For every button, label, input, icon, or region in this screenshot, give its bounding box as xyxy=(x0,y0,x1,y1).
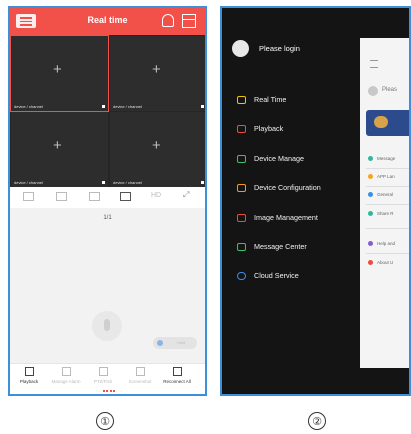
cell-caption: device / channel xyxy=(14,104,43,109)
figure-label-2: ② xyxy=(308,412,326,430)
nav-ptz[interactable]: PTZ/Fish xyxy=(85,367,121,384)
nav-label: Reconnect All xyxy=(163,379,191,384)
page-indicator: 1/1 xyxy=(103,215,112,221)
top-bar: Real time xyxy=(10,8,205,35)
behind-row: APP Lan xyxy=(368,174,395,180)
screenshot-icon xyxy=(135,367,145,376)
menu-item-playback[interactable]: Playback xyxy=(237,123,347,137)
page-title: Real time xyxy=(87,15,128,25)
stream-4-icon[interactable] xyxy=(120,192,131,201)
behind-login-text: Pleas xyxy=(382,87,398,93)
nav-reconnect-all[interactable]: Reconnect All xyxy=(159,367,195,384)
menu-item-cloud-service[interactable]: Cloud Service xyxy=(237,270,347,284)
add-channel-icon[interactable]: + xyxy=(53,138,62,153)
add-channel-icon[interactable]: + xyxy=(152,138,161,153)
menu-item-device-manage[interactable]: Device Manage xyxy=(237,153,347,167)
image-management-icon xyxy=(237,214,246,222)
nav-playback[interactable]: Playback xyxy=(11,367,47,384)
menu-item-real-time[interactable]: Real Time xyxy=(237,94,347,108)
realtime-screen: Real time + device / channel + device / … xyxy=(8,6,207,396)
login-label[interactable]: Please login xyxy=(259,44,300,53)
cell-caption: device / channel xyxy=(113,180,142,185)
real-time-icon xyxy=(237,96,246,104)
menu-label: Message Center xyxy=(254,242,307,251)
audio-icon[interactable] xyxy=(89,192,100,201)
nav-label: Screenshot xyxy=(128,379,152,384)
record-indicator xyxy=(102,181,105,184)
nav-manage-alarm[interactable]: Manage Alarm xyxy=(48,367,84,384)
background-page: Pleas Message APP Lan General Share R He… xyxy=(360,38,409,368)
add-channel-icon[interactable]: + xyxy=(53,62,62,77)
video-cell[interactable]: + device / channel xyxy=(11,112,108,187)
device-manage-icon xyxy=(237,155,246,163)
divider xyxy=(366,253,409,254)
menu-label: Real Time xyxy=(254,95,287,104)
behind-row: Help and xyxy=(368,241,395,247)
add-channel-icon[interactable]: + xyxy=(152,62,161,77)
behind-row: About U xyxy=(368,260,393,266)
menu-label: Device Manage xyxy=(254,154,304,163)
playback-icon xyxy=(237,125,246,133)
behind-row: General xyxy=(368,192,393,198)
hold-toggle[interactable]: Hold xyxy=(153,337,197,349)
fullscreen-icon[interactable]: ⤢ xyxy=(183,190,194,199)
language-icon xyxy=(368,174,373,180)
bell-icon[interactable] xyxy=(162,14,174,27)
share-icon xyxy=(368,211,373,217)
cloud-icon xyxy=(237,272,246,280)
video-cell[interactable]: + device / channel xyxy=(110,36,205,111)
hd-toggle[interactable]: HD xyxy=(151,192,162,201)
nav-screenshot[interactable]: Screenshot xyxy=(122,367,158,384)
side-menu-screen: Pleas Message APP Lan General Share R He… xyxy=(220,6,411,396)
toggle-label: Hold xyxy=(177,340,186,345)
nav-label: Playback xyxy=(19,379,39,384)
about-icon xyxy=(368,260,373,266)
alarm-icon xyxy=(61,367,71,376)
general-icon xyxy=(368,192,373,198)
divider xyxy=(366,168,409,169)
behind-row: Share R xyxy=(368,211,394,217)
record-indicator xyxy=(201,105,204,108)
avatar[interactable] xyxy=(232,40,249,57)
divider xyxy=(366,186,409,187)
video-grid: + device / channel + device / channel + … xyxy=(10,35,205,187)
behind-row: Message xyxy=(368,156,395,162)
record-icon[interactable] xyxy=(56,192,67,201)
nav-label: Manage Alarm xyxy=(51,379,81,384)
menu-item-message-center[interactable]: Message Center xyxy=(237,241,347,255)
menu-item-image-management[interactable]: Image Management xyxy=(237,212,355,226)
cell-caption: device / channel xyxy=(113,104,142,109)
device-config-icon xyxy=(237,184,246,192)
microphone-icon[interactable] xyxy=(92,311,122,341)
menu-item-device-configuration[interactable]: Device Configuration xyxy=(237,182,355,196)
message-icon xyxy=(368,156,373,162)
figure-label-1: ① xyxy=(96,412,114,430)
record-indicator xyxy=(201,181,204,184)
page-dots xyxy=(103,390,115,394)
nav-label: PTZ/Fish xyxy=(93,379,113,384)
film-icon xyxy=(24,367,34,376)
record-indicator xyxy=(102,105,105,108)
snapshot-icon[interactable] xyxy=(23,192,34,201)
banner-card xyxy=(366,110,409,136)
menu-label: Playback xyxy=(254,124,284,133)
avatar xyxy=(368,86,378,96)
cell-caption: device / channel xyxy=(14,180,43,185)
help-icon xyxy=(368,241,373,247)
menu-icon xyxy=(370,60,378,68)
ptz-icon xyxy=(98,367,108,376)
menu-label: Image Management xyxy=(254,213,318,222)
reconnect-icon xyxy=(172,367,182,376)
message-center-icon xyxy=(237,243,246,251)
video-cell[interactable]: + device / channel xyxy=(10,35,109,112)
menu-label: Cloud Service xyxy=(254,271,299,280)
divider xyxy=(366,228,409,229)
control-bar: HD ⤢ xyxy=(10,187,205,208)
layout-icon[interactable] xyxy=(182,14,196,28)
divider xyxy=(366,204,409,205)
video-cell[interactable]: + device / channel xyxy=(110,112,205,187)
menu-label: Device Configuration xyxy=(254,183,321,192)
